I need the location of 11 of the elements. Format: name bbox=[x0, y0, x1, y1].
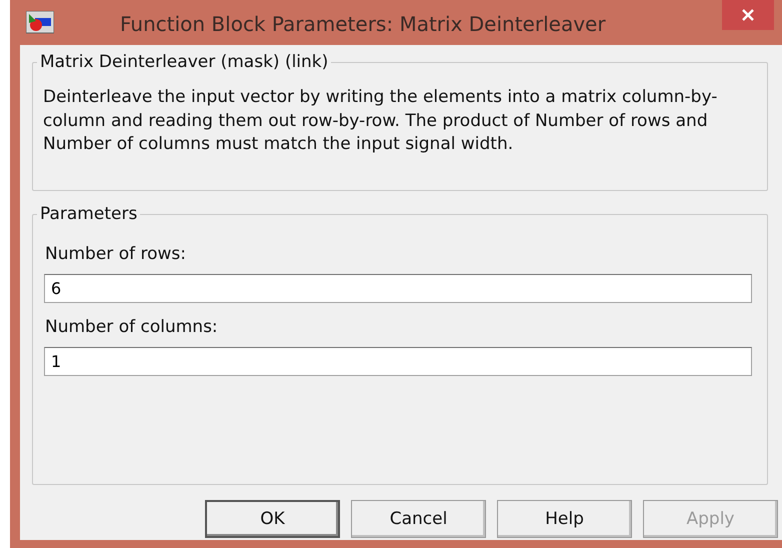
description-text: Deinterleave the input vector by writing the elements into a matrix column-by-column and reading them out row-by-row. The product of Number of rows and Number of columns must match the input signal width. bbox=[43, 86, 718, 156]
dialog-button[interactable]: OK bbox=[205, 500, 340, 538]
dialog-button[interactable]: Cancel bbox=[351, 500, 486, 538]
group-title: Parameters bbox=[39, 204, 138, 224]
input-field[interactable]: 6 bbox=[44, 274, 752, 303]
window-title: Function Block Parameters: Matrix Deinterleaver bbox=[120, 12, 606, 36]
field-label: Number of rows: bbox=[45, 244, 187, 264]
field-label: Number of columns: bbox=[45, 317, 219, 337]
group-title: Matrix Deinterleaver (mask) (link) bbox=[39, 52, 330, 72]
input-field[interactable]: 1 bbox=[44, 347, 752, 376]
dialog-button[interactable]: Help bbox=[497, 500, 632, 538]
